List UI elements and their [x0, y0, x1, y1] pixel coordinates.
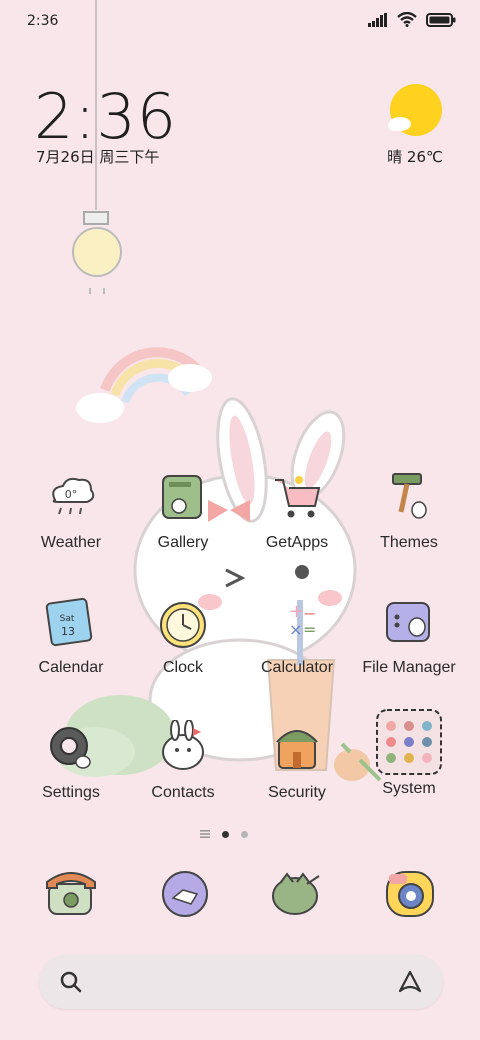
search-bar[interactable]	[39, 955, 443, 1009]
app-calculator[interactable]: + − × = Calculator	[242, 595, 352, 677]
app-label: File Manager	[362, 659, 456, 676]
app-clock[interactable]: Clock	[128, 595, 238, 677]
dock-phone[interactable]	[41, 862, 101, 922]
page-dot-active	[222, 830, 229, 838]
app-calendar[interactable]: Sat 13 Calendar	[16, 595, 126, 677]
wifi-icon	[397, 12, 417, 27]
app-label: Contacts	[151, 784, 215, 801]
app-label: System	[382, 780, 436, 797]
list-view-icon	[200, 830, 210, 838]
calculator-icon: + − × =	[269, 595, 325, 651]
status-bar: 2:36	[0, 0, 480, 40]
assistant-icon[interactable]	[397, 969, 423, 995]
dock-camera[interactable]	[381, 862, 441, 922]
signal-icon	[368, 12, 387, 27]
page-indicator[interactable]	[200, 830, 248, 838]
contacts-icon	[155, 719, 211, 776]
app-label: Gallery	[157, 534, 209, 551]
themes-icon	[381, 470, 437, 526]
app-getapps[interactable]: GetApps	[242, 470, 352, 552]
dock-browser[interactable]	[267, 862, 327, 922]
calendar-icon-day: Sat	[60, 614, 75, 624]
dock-messages[interactable]	[155, 862, 215, 922]
sunny-cloud-icon	[388, 84, 442, 136]
system-folder-icon	[375, 708, 443, 776]
settings-icon	[43, 720, 99, 776]
svg-text:=: =	[303, 620, 316, 639]
messages-icon	[162, 871, 208, 917]
calendar-icon: Sat 13	[43, 595, 99, 651]
phone-icon	[46, 872, 96, 915]
app-label: Clock	[162, 659, 203, 676]
app-contacts[interactable]: Contacts	[128, 719, 238, 802]
app-label: Security	[268, 784, 326, 801]
weather-widget[interactable]	[384, 84, 444, 144]
app-gallery[interactable]: Gallery	[128, 470, 238, 552]
app-label: Calendar	[38, 659, 104, 676]
getapps-icon	[269, 470, 325, 526]
weather-icon-text: 0°	[65, 488, 78, 501]
gallery-icon	[155, 470, 211, 526]
file-manager-icon	[381, 595, 437, 651]
clock-icon	[155, 595, 211, 651]
app-file-manager[interactable]: File Manager	[354, 595, 464, 677]
app-label: Weather	[40, 534, 102, 551]
app-label: Themes	[380, 534, 438, 551]
app-label: GetApps	[265, 534, 329, 551]
calendar-icon-date: 13	[61, 625, 75, 638]
security-icon	[269, 720, 325, 776]
battery-icon	[426, 12, 456, 27]
svg-text:×: ×	[289, 620, 302, 639]
app-system-folder[interactable]: System	[354, 708, 464, 798]
weather-icon: 0°	[43, 470, 99, 526]
clock-widget-time[interactable]: 2:36	[34, 80, 177, 153]
app-security[interactable]: Security	[242, 720, 352, 802]
app-label: Settings	[42, 784, 100, 801]
app-themes[interactable]: Themes	[354, 470, 464, 552]
status-time: 2:36	[27, 13, 59, 29]
browser-icon	[272, 872, 320, 915]
svg-text:+: +	[289, 601, 304, 622]
clock-widget-date: 7月26日 周三下午	[36, 148, 160, 166]
search-icon	[60, 971, 82, 993]
page-dot	[241, 830, 248, 838]
app-settings[interactable]: Settings	[16, 720, 126, 802]
app-weather[interactable]: 0° Weather	[16, 470, 126, 552]
app-label: Calculator	[260, 659, 334, 676]
weather-widget-text: 晴 26℃	[387, 148, 443, 166]
camera-icon	[386, 871, 434, 917]
